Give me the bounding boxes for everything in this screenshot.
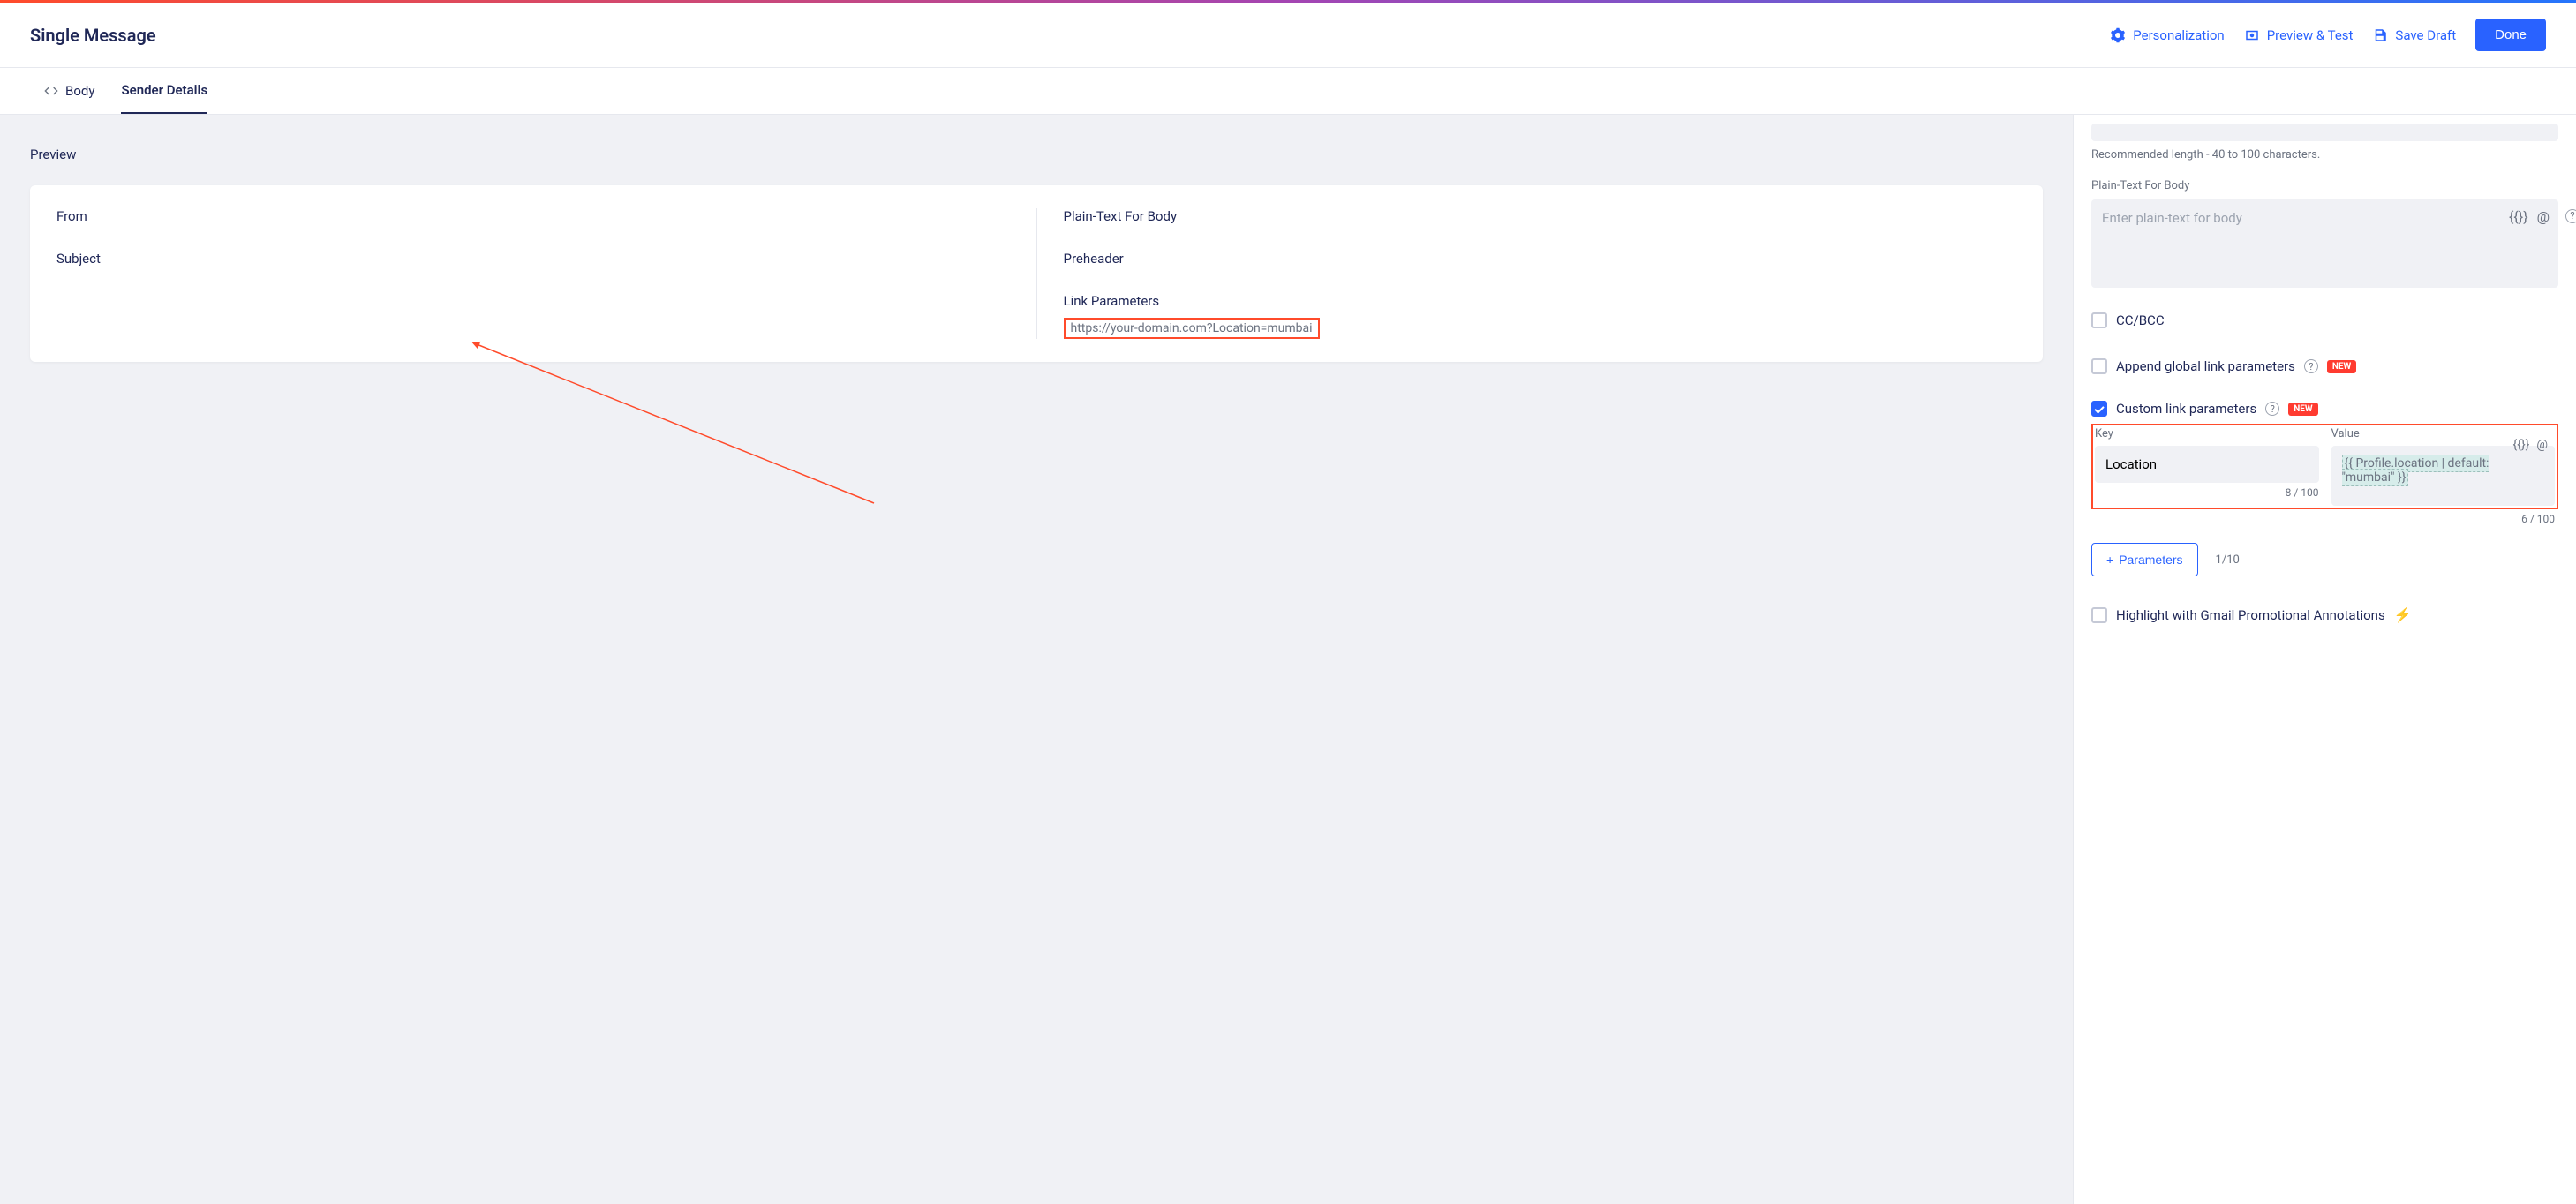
preview-from: From [56, 208, 1010, 224]
bolt-icon: ⚡ [2394, 606, 2412, 623]
help-icon[interactable]: ? [2304, 359, 2318, 373]
cc-bcc-label: CC/BCC [2116, 312, 2165, 328]
braces-icon[interactable]: {{}} [2509, 208, 2528, 225]
braces-icon[interactable]: {{}} [2512, 438, 2529, 452]
help-icon[interactable]: ? [2565, 208, 2576, 223]
new-badge: NEW [2288, 403, 2317, 416]
save-draft-label: Save Draft [2395, 27, 2456, 43]
preview-link-url: https://your-domain.com?Location=mumbai [1064, 318, 1320, 339]
param-value-input[interactable]: {{ Profile.location | default: "mumbai" … [2331, 446, 2556, 506]
preview-preheader: Preheader [1064, 251, 2017, 267]
append-global-checkbox[interactable] [2091, 358, 2107, 374]
gmail-promo-label: Highlight with Gmail Promotional Annotat… [2116, 607, 2385, 623]
personalization-label: Personalization [2133, 27, 2224, 43]
key-column-label: Key [2095, 427, 2319, 440]
tab-body[interactable]: Body [44, 68, 94, 114]
key-counter: 8 / 100 [2095, 486, 2319, 499]
gmail-promo-checkbox[interactable] [2091, 607, 2107, 623]
add-parameters-button[interactable]: + Parameters [2091, 543, 2198, 576]
preview-plain-text: Plain-Text For Body [1064, 208, 2017, 224]
code-icon [44, 84, 58, 98]
plain-text-field-label: Plain-Text For Body [2091, 179, 2558, 192]
save-icon [2372, 27, 2388, 43]
personalization-button[interactable]: Personalization [2110, 27, 2224, 43]
custom-link-checkbox[interactable] [2091, 401, 2107, 417]
tab-body-label: Body [65, 83, 94, 99]
at-icon[interactable]: @ [2536, 438, 2548, 452]
param-key-input[interactable] [2095, 446, 2319, 483]
gear-icon [2110, 27, 2126, 43]
recommended-hint: Recommended length - 40 to 100 character… [2091, 148, 2558, 162]
preview-card: From Subject Plain-Text For Body Prehead… [30, 185, 2043, 362]
custom-link-label: Custom link parameters [2116, 401, 2256, 417]
value-counter: 6 / 100 [2091, 513, 2558, 525]
help-icon[interactable]: ? [2265, 402, 2279, 416]
preview-test-button[interactable]: Preview & Test [2244, 27, 2354, 43]
new-badge: NEW [2327, 360, 2356, 373]
tab-sender-details-label: Sender Details [121, 82, 207, 98]
preview-link-parameters: Link Parameters https://your-domain.com?… [1064, 293, 2017, 339]
preview-test-label: Preview & Test [2267, 27, 2354, 43]
tab-sender-details[interactable]: Sender Details [121, 68, 207, 114]
preview-heading: Preview [30, 147, 2043, 162]
plus-icon: + [2106, 553, 2113, 567]
append-global-label: Append global link parameters [2116, 358, 2295, 374]
preview-subject: Subject [56, 251, 1010, 267]
cc-bcc-checkbox[interactable] [2091, 312, 2107, 328]
eye-icon [2244, 27, 2260, 43]
done-button[interactable]: Done [2475, 19, 2546, 51]
save-draft-button[interactable]: Save Draft [2372, 27, 2456, 43]
params-count: 1/10 [2216, 553, 2240, 567]
plain-text-input[interactable] [2091, 199, 2558, 288]
at-icon[interactable]: @ [2537, 208, 2550, 225]
page-title: Single Message [30, 25, 156, 46]
